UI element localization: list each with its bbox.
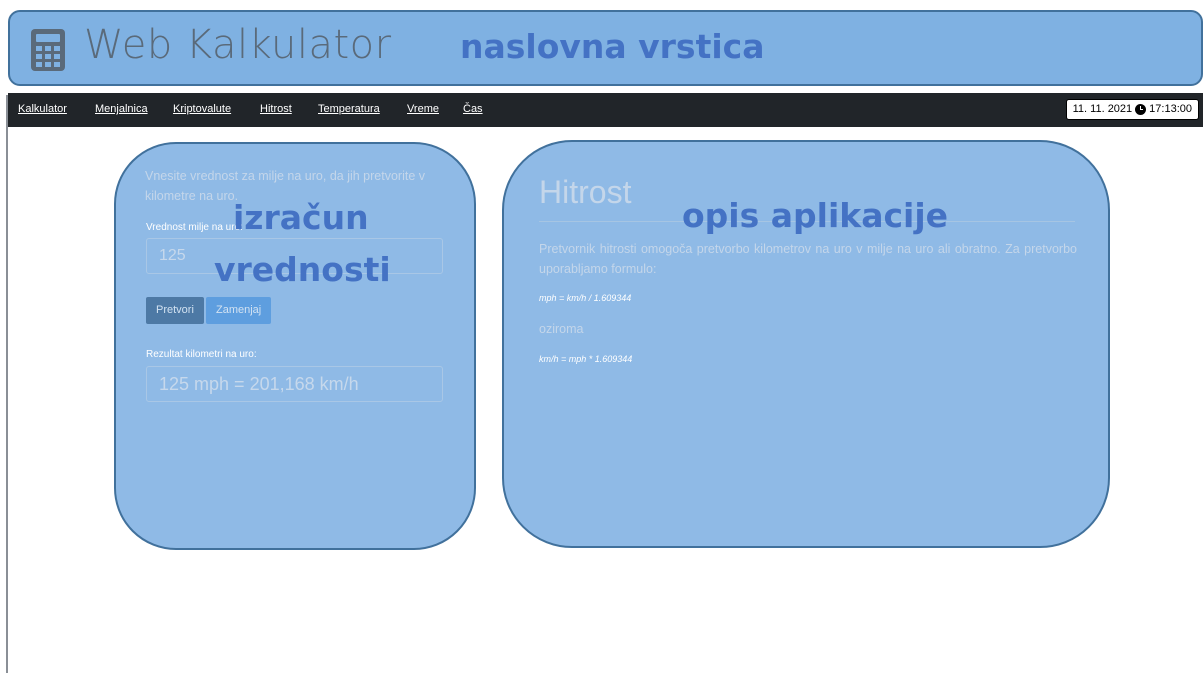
app-title: Web Kalkulator [84, 22, 392, 68]
formula-kmh: km/h = mph * 1.609344 [539, 354, 633, 364]
or-text: oziroma [539, 322, 584, 336]
nav-item-kriptovalute[interactable]: Kriptovalute [173, 103, 231, 115]
description-text: Pretvornik hitrosti omogoča pretvorbo ki… [539, 242, 1077, 276]
time-text: 17:13:00 [1149, 103, 1192, 115]
result-label: Rezultat kilometri na uro: [146, 349, 257, 360]
region-label-title-bar: naslovna vrstica [460, 27, 765, 66]
description-title: Hitrost [539, 174, 632, 210]
nav-item-menjalnica[interactable]: Menjalnica [95, 103, 148, 115]
input-label: Vrednost milje na uro: [146, 222, 243, 233]
formula-mph: mph = km/h / 1.609344 [539, 293, 632, 303]
calculator-icon [31, 29, 65, 71]
nav-item-kalkulator[interactable]: Kalkulator [18, 103, 67, 115]
nav-item-hitrost[interactable]: Hitrost [260, 103, 292, 115]
result-output: 125 mph = 201,168 km/h [146, 366, 443, 402]
region-label-calc-line1: izračun [233, 198, 369, 237]
nav-item-temperatura[interactable]: Temperatura [318, 103, 380, 115]
nav-item-cas[interactable]: Čas [463, 103, 483, 115]
datetime-badge: 11. 11. 2021 17:13:00 [1065, 99, 1199, 120]
region-label-calc-line2: vrednosti [214, 250, 391, 289]
date-text: 11. 11. 2021 [1072, 103, 1133, 115]
nav-item-vreme[interactable]: Vreme [407, 103, 439, 115]
navbar: Kalkulator Menjalnica Kriptovalute Hitro… [8, 93, 1203, 127]
clock-icon [1135, 104, 1147, 115]
page-edge-line [6, 95, 8, 673]
convert-button[interactable]: Pretvori [146, 297, 204, 324]
region-label-description: opis aplikacije [682, 196, 949, 235]
swap-button[interactable]: Zamenjaj [206, 297, 272, 324]
